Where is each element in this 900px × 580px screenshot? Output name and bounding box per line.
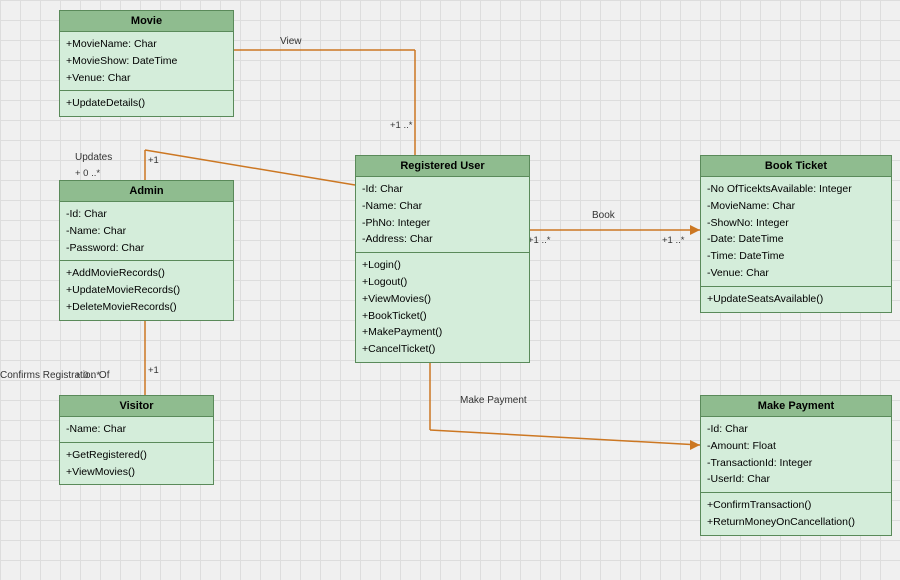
label-book: Book [592,210,615,221]
class-registered-user-attributes: -Id: Char -Name: Char -PhNo: Integer -Ad… [356,177,529,253]
mult-book-ru-1: +1 ..* [662,235,684,246]
label-view: View [280,36,302,47]
mult-visitor-admin: +1 [148,365,159,376]
mult-admin-visitor: + 0 ..* [75,370,100,381]
class-make-payment-methods: +ConfirmTransaction() +ReturnMoneyOnCanc… [701,493,891,535]
class-movie-attributes: +MovieName: Char +MovieShow: DateTime +V… [60,32,233,91]
class-movie: Movie +MovieName: Char +MovieShow: DateT… [59,10,234,117]
class-book-ticket-methods: +UpdateSeatsAvailable() [701,287,891,312]
class-visitor: Visitor -Name: Char +GetRegistered() +Vi… [59,395,214,485]
class-book-ticket-attributes: -No OfTicektsAvailable: Integer -MovieNa… [701,177,891,287]
label-make-payment: Make Payment [460,395,527,406]
mult-ru-movie-1: +1 ..* [390,120,412,131]
class-registered-user-methods: +Login() +Logout() +ViewMovies() +BookTi… [356,253,529,362]
class-registered-user-title: Registered User [356,156,529,177]
mult-admin-ru: +1 [148,155,159,166]
class-make-payment-title: Make Payment [701,396,891,417]
class-admin-title: Admin [60,181,233,202]
class-movie-methods: +UpdateDetails() [60,91,233,116]
mult-ru-book-1: +1 ..* [528,235,550,246]
class-visitor-methods: +GetRegistered() +ViewMovies() [60,443,213,485]
class-make-payment-attributes: -Id: Char -Amount: Float -TransactionId:… [701,417,891,493]
class-movie-title: Movie [60,11,233,32]
class-admin: Admin -Id: Char -Name: Char -Password: C… [59,180,234,321]
class-registered-user: Registered User -Id: Char -Name: Char -P… [355,155,530,363]
class-admin-attributes: -Id: Char -Name: Char -Password: Char [60,202,233,261]
class-visitor-attributes: -Name: Char [60,417,213,443]
label-updates: Updates [75,152,112,163]
class-book-ticket-title: Book Ticket [701,156,891,177]
class-book-ticket: Book Ticket -No OfTicektsAvailable: Inte… [700,155,892,313]
class-admin-methods: +AddMovieRecords() +UpdateMovieRecords()… [60,261,233,319]
class-visitor-title: Visitor [60,396,213,417]
class-make-payment: Make Payment -Id: Char -Amount: Float -T… [700,395,892,536]
mult-movie-admin: + 0 ..* [75,168,100,179]
